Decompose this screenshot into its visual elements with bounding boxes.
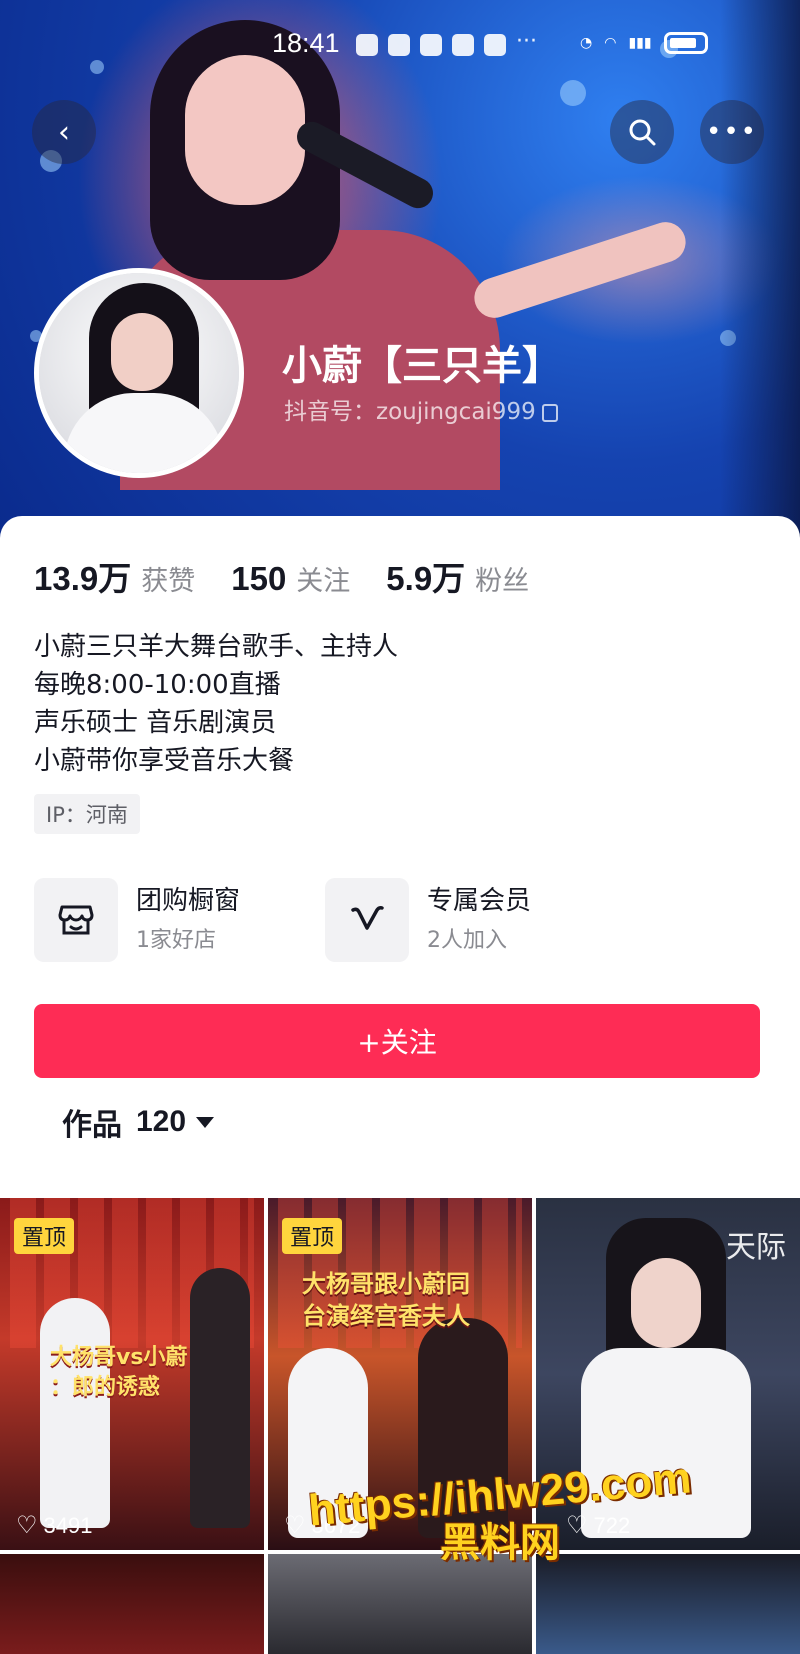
video-grid: 置顶 大杨哥vs小蔚 ：郎的诱惑 ♡ 3491 置顶 大杨哥跟小蔚同 台演绎宫香…	[0, 1198, 800, 1654]
likes-count[interactable]: 13.9万	[34, 552, 131, 600]
member-subtitle: 2人加入	[427, 928, 507, 953]
video-likes: ♡ 3491	[16, 1511, 92, 1540]
status-bar: 18:41 ··· ◔ ◠ ▮▮▮	[0, 0, 800, 90]
shop-icon	[34, 878, 118, 962]
bio: 小蔚三只羊大舞台歌手、主持人 每晚8:00-10:00直播 声乐硕士 音乐剧演员…	[34, 628, 398, 780]
group-buy-shop-entry[interactable]: 团购橱窗 1家好店	[34, 878, 240, 962]
following-label[interactable]: 关注	[296, 559, 350, 598]
video-caption: 大杨哥跟小蔚同 台演绎宫香夫人	[302, 1270, 470, 1330]
banner-singer-arm	[469, 216, 691, 324]
follow-button[interactable]: +关注	[34, 1004, 760, 1078]
bio-line: 每晚8:00-10:00直播	[34, 670, 281, 700]
tab-works[interactable]: 作品 120	[62, 1100, 215, 1144]
wifi-icon: ◠	[604, 35, 617, 51]
bio-line: 声乐硕士 音乐剧演员	[34, 708, 277, 738]
video-thumbnail[interactable]: 置顶 大杨哥vs小蔚 ：郎的诱惑 ♡ 3491	[0, 1198, 264, 1550]
bio-line: 小蔚带你享受音乐大餐	[34, 746, 295, 776]
speed-icon: ◔	[580, 35, 593, 51]
more-button[interactable]: •••	[700, 100, 764, 164]
video-thumbnail[interactable]	[0, 1554, 264, 1654]
signal-icon: ▮▮▮	[628, 35, 652, 51]
works-label: 作品	[62, 1108, 122, 1143]
douyin-id-text: 抖音号：zoujingcai999	[284, 399, 536, 425]
chat-icon	[452, 34, 474, 56]
video-side-text: 天际	[726, 1230, 786, 1265]
more-notifications-icon: ···	[516, 29, 537, 54]
followers-label[interactable]: 粉丝	[475, 559, 529, 598]
followers-count[interactable]: 5.9万	[386, 552, 465, 600]
more-dots-icon: •••	[705, 117, 758, 147]
watermark: https://ihlw29.com 黑料网	[270, 1453, 730, 1566]
likes-label[interactable]: 获赞	[141, 559, 195, 598]
ip-location-tag: IP：河南	[34, 794, 140, 834]
video-likes-count: 3491	[43, 1512, 93, 1538]
works-count: 120	[136, 1105, 187, 1138]
profile-name: 小蔚【三只羊】	[282, 343, 562, 389]
v-icon	[325, 878, 409, 962]
pinned-badge: 置顶	[14, 1218, 75, 1254]
copy-icon[interactable]	[541, 403, 558, 422]
video-thumbnail[interactable]	[536, 1554, 800, 1654]
video-thumbnail[interactable]	[268, 1554, 532, 1654]
chevron-left-icon: ‹	[58, 114, 70, 150]
shop-subtitle: 1家好店	[136, 928, 216, 953]
shop-title: 团购橱窗	[136, 886, 241, 916]
app-notification-icon	[356, 34, 378, 56]
heart-icon: ♡	[16, 1512, 38, 1539]
search-button[interactable]	[610, 100, 674, 164]
profile-card: 13.9万 获赞 150 关注 5.9万 粉丝 小蔚三只羊大舞台歌手、主持人 每…	[0, 516, 800, 1196]
following-count[interactable]: 150	[231, 560, 286, 598]
status-time: 18:41	[272, 28, 340, 58]
hotspot-icon	[388, 34, 410, 56]
avatar[interactable]	[34, 268, 244, 478]
exclusive-member-entry[interactable]: 专属会员 2人加入	[325, 878, 531, 962]
status-notification-icons: ···	[356, 29, 537, 56]
caret-down-icon[interactable]	[196, 1116, 215, 1128]
back-button[interactable]: ‹	[32, 100, 96, 164]
status-system-icons: ◔ ◠ ▮▮▮	[580, 32, 708, 54]
search-icon	[629, 119, 656, 146]
browser-icon	[484, 34, 506, 56]
member-title: 专属会员	[427, 886, 532, 916]
telegram-icon	[420, 34, 442, 56]
video-caption: 大杨哥vs小蔚 ：郎的诱惑	[50, 1345, 188, 1400]
pinned-badge: 置顶	[282, 1218, 343, 1254]
profile-stats: 13.9万 获赞 150 关注 5.9万 粉丝	[34, 552, 565, 600]
bio-line: 小蔚三只羊大舞台歌手、主持人	[34, 632, 399, 662]
battery-icon	[663, 32, 708, 54]
douyin-id[interactable]: 抖音号：zoujingcai999	[284, 392, 558, 426]
